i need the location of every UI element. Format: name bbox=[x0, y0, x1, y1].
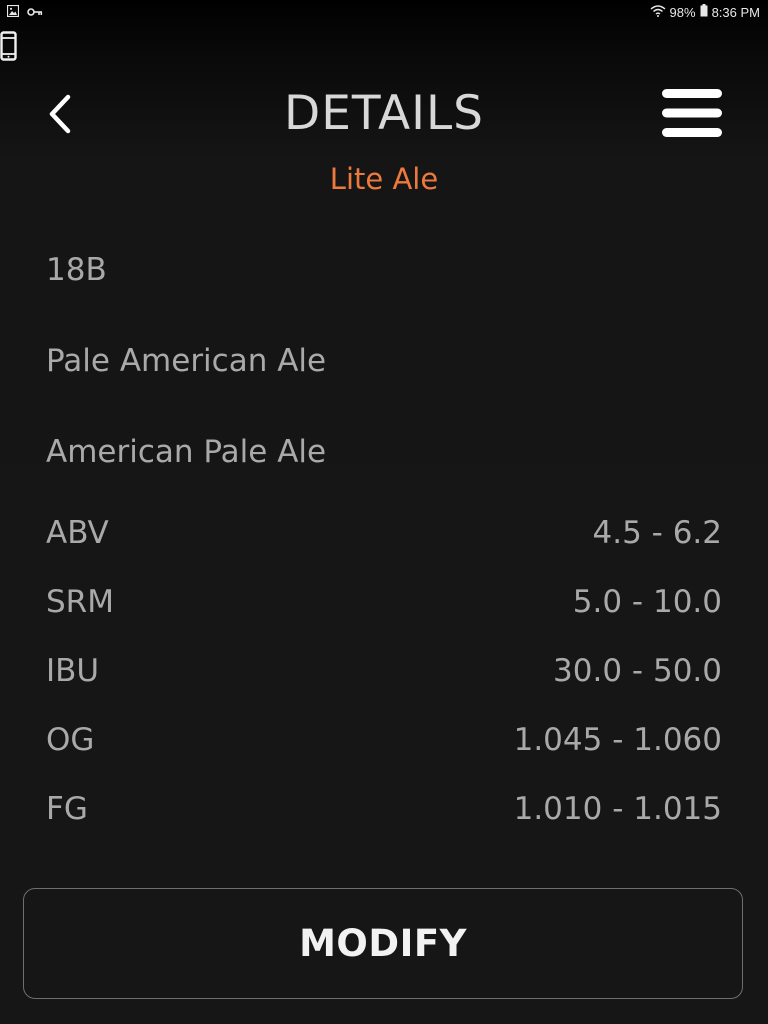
stat-row-srm: SRM 5.0 - 10.0 bbox=[46, 580, 722, 624]
style-category: Pale American Ale bbox=[46, 343, 327, 379]
status-bar: 98% 8:36 PM bbox=[0, 0, 768, 24]
style-name: American Pale Ale bbox=[46, 434, 327, 470]
stat-row-og: OG 1.045 - 1.060 bbox=[46, 718, 722, 762]
stat-value: 5.0 - 10.0 bbox=[572, 584, 722, 620]
status-left-icons bbox=[6, 4, 43, 20]
stat-label: IBU bbox=[46, 653, 100, 689]
back-button[interactable] bbox=[36, 88, 84, 144]
status-right: 98% 8:36 PM bbox=[650, 4, 760, 20]
stat-row-ibu: IBU 30.0 - 50.0 bbox=[46, 649, 722, 693]
stat-row-abv: ABV 4.5 - 6.2 bbox=[46, 511, 722, 555]
stat-label: FG bbox=[46, 791, 88, 827]
stat-value: 30.0 - 50.0 bbox=[553, 653, 722, 689]
style-code: 18B bbox=[46, 252, 107, 288]
stat-value: 4.5 - 6.2 bbox=[592, 515, 723, 551]
phone-icon bbox=[0, 31, 18, 61]
app-screen: 98% 8:36 PM DETAILS Lite Ale 18B Pale Am… bbox=[0, 0, 768, 1024]
page-title: DETAILS bbox=[284, 86, 484, 141]
recipe-name: Lite Ale bbox=[329, 162, 439, 196]
clock: 8:36 PM bbox=[711, 4, 760, 20]
hamburger-menu-icon bbox=[662, 87, 722, 144]
chevron-left-icon bbox=[46, 94, 74, 139]
stat-value: 1.045 - 1.060 bbox=[513, 722, 722, 758]
wifi-icon bbox=[650, 4, 666, 20]
battery-icon bbox=[700, 4, 708, 20]
battery-percent: 98% bbox=[669, 4, 696, 20]
image-icon bbox=[6, 4, 20, 20]
stat-label: SRM bbox=[46, 584, 114, 620]
stat-label: ABV bbox=[46, 515, 109, 551]
modify-button[interactable]: MODIFY bbox=[23, 888, 743, 999]
stat-label: OG bbox=[46, 722, 95, 758]
stat-value: 1.010 - 1.015 bbox=[513, 791, 722, 827]
key-icon bbox=[27, 5, 43, 20]
stat-row-fg: FG 1.010 - 1.015 bbox=[46, 787, 722, 831]
menu-button[interactable] bbox=[656, 84, 728, 146]
